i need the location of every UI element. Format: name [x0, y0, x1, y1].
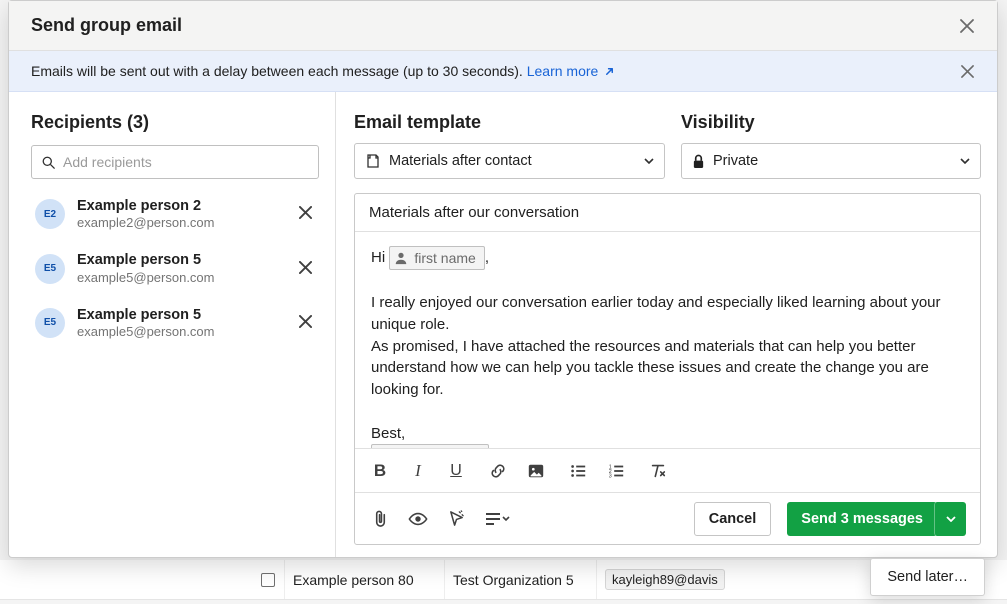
email-subject[interactable]: Materials after our conversation	[355, 194, 980, 232]
signature-button[interactable]	[483, 508, 513, 530]
send-group-email-modal: Send group email Emails will be sent out…	[8, 0, 998, 558]
cell-name: Example person 80	[284, 560, 444, 599]
add-recipients-input[interactable]	[63, 154, 308, 170]
compose-panel: Email template Materials after contact V…	[336, 92, 997, 557]
avatar: E5	[35, 308, 65, 338]
chevron-down-icon	[946, 516, 956, 522]
recipients-search[interactable]	[31, 145, 319, 179]
recipient-email: example5@person.com	[77, 324, 287, 340]
avatar: E2	[35, 199, 65, 229]
send-later-menu[interactable]: Send later…	[870, 558, 985, 596]
italic-button[interactable]: I	[407, 460, 429, 482]
send-dropdown-button[interactable]	[934, 502, 966, 536]
template-label: Email template	[354, 112, 665, 133]
preview-button[interactable]	[407, 508, 429, 530]
modal-title: Send group email	[31, 15, 182, 36]
send-button[interactable]: Send 3 messages	[787, 502, 937, 536]
email-body[interactable]: Hi first name, I really enjoyed our conv…	[355, 232, 980, 448]
merge-field-firstname[interactable]: first name	[389, 246, 484, 270]
image-button[interactable]	[525, 460, 547, 482]
email-editor: Materials after our conversation Hi firs…	[354, 193, 981, 545]
clear-format-button[interactable]	[647, 460, 669, 482]
template-select[interactable]: Materials after contact	[354, 143, 665, 179]
remove-recipient-button[interactable]	[299, 315, 315, 331]
recipient-row: E5 Example person 5 example5@person.com	[31, 241, 319, 295]
recipient-email: example5@person.com	[77, 270, 287, 286]
row-checkbox[interactable]	[252, 573, 284, 587]
action-toolbar: Cancel Send 3 messages	[355, 492, 980, 544]
search-icon	[42, 156, 55, 169]
recipient-row: E5 Example person 5 example5@person.com	[31, 296, 319, 350]
remove-recipient-button[interactable]	[299, 261, 315, 277]
recipient-name: Example person 2	[77, 197, 287, 215]
background-table: Example person 80 Test Organization 5 ka…	[0, 560, 1007, 600]
avatar: E5	[35, 254, 65, 284]
send-later-item[interactable]: Send later…	[887, 569, 968, 585]
cell-org: Test Organization 5	[444, 560, 596, 599]
info-text: Emails will be sent out with a delay bet…	[31, 63, 615, 79]
recipient-name: Example person 5	[77, 251, 287, 269]
chevron-down-icon	[644, 158, 654, 164]
table-row: Example person 80 Test Organization 5 ka…	[0, 560, 1007, 600]
info-banner: Emails will be sent out with a delay bet…	[9, 51, 997, 92]
learn-more-link[interactable]: Learn more	[527, 63, 615, 79]
recipients-panel: Recipients (3) E2 Example person 2 examp…	[9, 92, 336, 557]
visibility-label: Visibility	[681, 112, 981, 133]
attach-button[interactable]	[369, 508, 391, 530]
chevron-down-icon	[960, 158, 970, 164]
cancel-button[interactable]: Cancel	[694, 502, 772, 536]
recipients-title: Recipients (3)	[31, 112, 319, 133]
format-toolbar: B I U 123	[355, 448, 980, 492]
bulleted-list-button[interactable]	[567, 460, 589, 482]
close-icon[interactable]	[957, 16, 977, 36]
template-icon	[365, 153, 381, 169]
remove-recipient-button[interactable]	[299, 206, 315, 222]
recipient-row: E2 Example person 2 example2@person.com	[31, 187, 319, 241]
cell-email: kayleigh89@davis	[596, 560, 733, 599]
visibility-select[interactable]: Private	[681, 143, 981, 179]
recipient-email: example2@person.com	[77, 215, 287, 231]
recipient-name: Example person 5	[77, 306, 287, 324]
numbered-list-button[interactable]: 123	[605, 460, 627, 482]
bold-button[interactable]: B	[369, 460, 391, 482]
cursor-button[interactable]	[445, 508, 467, 530]
modal-header: Send group email	[9, 1, 997, 51]
svg-text:3: 3	[609, 473, 612, 479]
link-button[interactable]	[487, 460, 509, 482]
underline-button[interactable]: U	[445, 460, 467, 482]
banner-close-icon[interactable]	[957, 61, 977, 81]
lock-icon	[692, 154, 705, 169]
